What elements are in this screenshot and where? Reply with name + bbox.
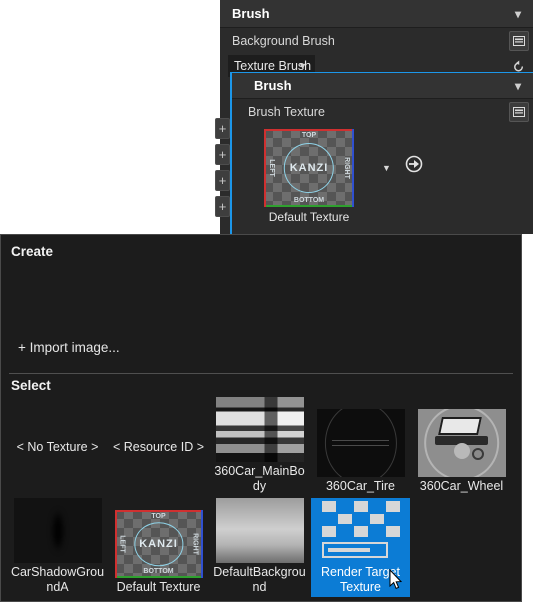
texture-item-resource-id[interactable]: < Resource ID >: [109, 397, 208, 496]
texture-caption: CarShadowGroundA: [10, 565, 105, 594]
texture-item-no-texture[interactable]: < No Texture >: [8, 397, 107, 496]
brush-texture-name: Default Texture: [268, 210, 350, 224]
texture-item-360car-mainbody[interactable]: 360Car_MainBody: [210, 397, 309, 496]
create-section-header: Create: [11, 244, 54, 259]
texture-item-default-texture[interactable]: TOP BOTTOM LEFT RIGHT KANZI Default Text…: [109, 498, 208, 597]
property-label-background-brush: Background Brush: [232, 34, 335, 48]
property-editor-icon[interactable]: [509, 102, 529, 122]
caret-down-icon[interactable]: ▼: [382, 163, 391, 173]
edge-left: [264, 129, 266, 207]
panel-title-label: Brush: [232, 6, 270, 21]
edge-top: [264, 129, 354, 131]
screen-root: Brush ▾ Background Brush Texture Brush ▼…: [0, 0, 533, 602]
texture-item-defaultbackground[interactable]: DefaultBackground: [210, 498, 309, 597]
add-button-4[interactable]: +: [215, 196, 230, 217]
texture-thumbnail: [417, 409, 506, 477]
caret-down-icon[interactable]: ▼: [298, 61, 307, 71]
edge-right: [200, 510, 203, 578]
texture-caption: 360Car_MainBody: [214, 464, 305, 493]
texture-thumbnail: [316, 409, 405, 477]
texture-item-360car-tire[interactable]: 360Car_Tire: [311, 397, 410, 496]
texture-word-center: KANZI: [139, 538, 178, 550]
brush-texture-value-area: TOP BOTTOM LEFT RIGHT KANZI Default Text…: [232, 125, 533, 224]
mouse-pointer-icon: [389, 568, 403, 590]
edge-left: [114, 510, 117, 578]
edge-top: [114, 510, 203, 512]
checker-pattern-icon: [321, 501, 400, 537]
tire-line-2: [332, 445, 389, 447]
render-target-bar-icon: [321, 542, 388, 558]
select-section-header: Select: [11, 378, 51, 393]
shadow-blob: [51, 509, 64, 552]
go-to-icon[interactable]: [405, 155, 423, 178]
chevron-down-icon[interactable]: ▾: [515, 7, 521, 21]
brush-texture-card[interactable]: TOP BOTTOM LEFT RIGHT KANZI Default Text…: [254, 129, 364, 224]
tire-ring: [324, 409, 397, 477]
import-image-link[interactable]: + Import image...: [18, 340, 120, 355]
texture-word-center: KANZI: [289, 162, 329, 174]
texture-caption: 360Car_Wheel: [419, 479, 504, 493]
section-divider: [9, 373, 513, 374]
texture-thumbnail: [13, 498, 102, 563]
chevron-down-icon[interactable]: ▾: [515, 79, 521, 93]
texture-caption: DefaultBackground: [213, 565, 306, 594]
tire-line-1: [332, 440, 389, 442]
property-editor-icon[interactable]: [509, 31, 529, 51]
texture-caption: < Resource ID >: [112, 440, 204, 454]
texture-picker-popup: Create + Import image... Select < No Tex…: [0, 234, 522, 602]
texture-thumbnail: [215, 498, 304, 563]
nested-panel-header[interactable]: Brush ▾: [232, 73, 533, 99]
add-button-2[interactable]: +: [215, 144, 230, 165]
add-buttons-strip: + + + +: [215, 118, 231, 222]
texture-caption: < No Texture >: [16, 440, 99, 454]
property-row-background-brush[interactable]: Background Brush: [220, 28, 533, 54]
edge-bottom: [114, 576, 203, 578]
panel-header-brush[interactable]: Brush ▾: [220, 0, 533, 28]
texture-caption: 360Car_Tire: [325, 479, 395, 493]
edge-right: [352, 129, 354, 207]
texture-word-bottom: BOTTOM: [293, 197, 325, 204]
texture-word-top: TOP: [151, 513, 166, 520]
kanzi-checker-texture: TOP BOTTOM LEFT RIGHT KANZI: [114, 510, 203, 578]
property-row-brush-texture[interactable]: Brush Texture: [232, 99, 533, 125]
texture-thumbnail: TOP BOTTOM LEFT RIGHT KANZI: [114, 510, 203, 578]
brush-texture-thumbnail[interactable]: TOP BOTTOM LEFT RIGHT KANZI: [264, 129, 354, 207]
nested-panel-title-label: Brush: [254, 78, 292, 93]
property-label-brush-texture: Brush Texture: [248, 105, 325, 119]
texture-grid: < No Texture > < Resource ID > 360Car_Ma…: [7, 397, 517, 599]
edge-bottom: [264, 205, 354, 207]
render-target-texture-icon: [321, 501, 400, 563]
add-button-1[interactable]: +: [215, 118, 230, 139]
wheel-hub: [453, 443, 470, 460]
nested-brush-popup: Brush ▾ Brush Texture TOP BOTTOM LEFT RI…: [230, 72, 533, 234]
texture-item-carshadowgrounda[interactable]: CarShadowGroundA: [8, 498, 107, 597]
texture-word-bottom: BOTTOM: [143, 568, 174, 575]
texture-caption: Default Texture: [116, 580, 201, 594]
wheel-blade: [438, 417, 483, 435]
add-button-3[interactable]: +: [215, 170, 230, 191]
kanzi-checker-texture: TOP BOTTOM LEFT RIGHT KANZI: [264, 129, 354, 207]
texture-thumbnail: [215, 397, 304, 462]
texture-item-360car-wheel[interactable]: 360Car_Wheel: [412, 397, 511, 496]
texture-word-top: TOP: [301, 132, 317, 139]
